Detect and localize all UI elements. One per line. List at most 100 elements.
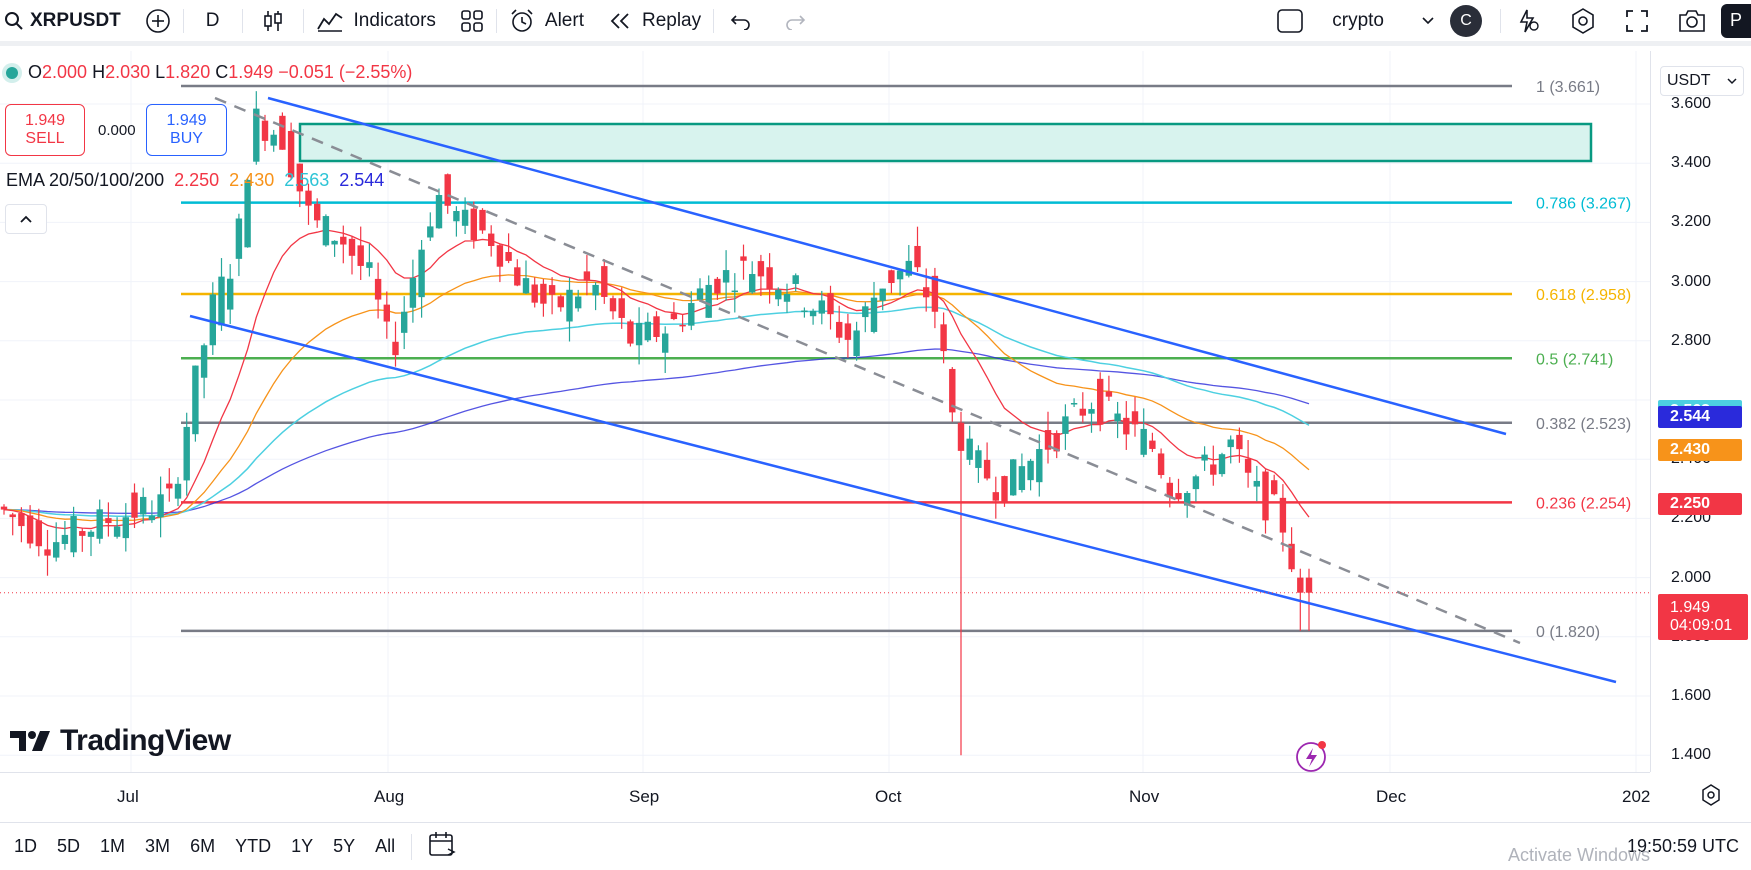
- tradingview-logo[interactable]: TradingView: [10, 724, 231, 758]
- candle-body: [1123, 417, 1130, 435]
- candle-body: [174, 483, 182, 499]
- redo-button[interactable]: [768, 0, 822, 41]
- alert-button[interactable]: Alert: [497, 0, 596, 41]
- price-tick-label: 3.200: [1671, 213, 1712, 231]
- range-button-1d[interactable]: 1D: [4, 836, 47, 857]
- channel-lower-line: [189, 314, 1617, 684]
- price-tag: 2.544: [1658, 405, 1742, 428]
- current-price: 1.949: [1670, 599, 1711, 616]
- candle-body: [479, 209, 486, 231]
- layout-name: crypto: [1332, 9, 1384, 31]
- candle-body: [1305, 577, 1313, 593]
- low-key: L: [155, 62, 166, 82]
- ema-legend[interactable]: EMA 20/50/100/200 2.250 2.430 2.563 2.54…: [6, 170, 384, 191]
- time-axis-label: Nov: [1129, 787, 1160, 806]
- fib-level-label: 0.5 (2.741): [1536, 351, 1613, 368]
- price-tick-label: 2.800: [1671, 331, 1712, 349]
- chevron-down-icon: [1727, 77, 1737, 84]
- currency-selector[interactable]: USDT: [1660, 66, 1744, 96]
- candle-body: [122, 517, 129, 539]
- candle-body: [792, 275, 799, 284]
- range-button-1m[interactable]: 1M: [90, 836, 135, 857]
- range-button-3m[interactable]: 3M: [135, 836, 180, 857]
- currency-label: USDT: [1667, 72, 1711, 89]
- undo-button[interactable]: [714, 0, 768, 41]
- candle-body: [1131, 411, 1139, 425]
- tv-logo-icon: [10, 731, 50, 751]
- quick-search-button[interactable]: [1501, 0, 1555, 41]
- candle-body: [940, 324, 947, 352]
- compare-symbol-button[interactable]: [133, 0, 183, 41]
- fullscreen-button[interactable]: [1611, 0, 1663, 41]
- buy-label: BUY: [170, 130, 203, 147]
- price-tick-label: 3.600: [1671, 95, 1712, 112]
- market-status-dot[interactable]: [6, 66, 18, 79]
- candle-body: [592, 284, 599, 296]
- range-button-1y[interactable]: 1Y: [281, 836, 323, 857]
- add-circle-icon: [145, 8, 170, 33]
- templates-button[interactable]: [448, 0, 496, 41]
- candle-body: [749, 274, 756, 293]
- candle-body: [1149, 440, 1156, 449]
- candle-body: [1297, 577, 1304, 593]
- candle-body: [435, 195, 443, 229]
- ema-20-value: 2.250: [174, 170, 220, 190]
- candle-body: [983, 459, 991, 479]
- symbol-search[interactable]: XRPUSDT: [0, 0, 133, 41]
- range-button-6m[interactable]: 6M: [180, 836, 225, 857]
- candle-body: [975, 450, 982, 468]
- candle-body: [714, 278, 721, 294]
- range-button-all[interactable]: All: [365, 836, 405, 857]
- candle-body: [514, 267, 521, 286]
- time-axis[interactable]: Jul Aug Sep Oct Nov Dec 202: [0, 772, 1650, 823]
- user-avatar-button[interactable]: C: [1446, 0, 1500, 41]
- candle-body: [827, 293, 834, 315]
- interval-button[interactable]: D: [184, 0, 242, 41]
- candle-body: [531, 284, 538, 303]
- range-button-ytd[interactable]: YTD: [225, 836, 281, 857]
- candle-body: [557, 296, 564, 308]
- price-chart[interactable]: 1 (3.661) 0.786 (3.267) 0.618 (2.958) 0.5 (…: [0, 51, 1650, 772]
- ema-50-value: 2.430: [229, 170, 275, 190]
- candle-body: [1157, 453, 1165, 476]
- candle-body: [696, 288, 704, 300]
- indicators-icon: [316, 12, 343, 32]
- candle-body: [18, 513, 25, 527]
- candle-body: [853, 330, 860, 357]
- candle-body: [131, 492, 138, 518]
- candle-body: [1210, 464, 1217, 475]
- chart-type-button[interactable]: [243, 0, 303, 41]
- candle-body: [1140, 428, 1147, 455]
- candle-body: [279, 115, 286, 150]
- candle-body: [618, 298, 625, 318]
- time-axis-label: Sep: [629, 787, 660, 806]
- publish-button[interactable]: P: [1721, 3, 1751, 38]
- layout-name-dropdown[interactable]: crypto: [1320, 0, 1446, 41]
- candle-body: [209, 294, 216, 346]
- candle-body: [540, 283, 547, 304]
- settings-button[interactable]: [1555, 0, 1611, 41]
- go-to-date-button[interactable]: [418, 831, 466, 862]
- snapshot-button[interactable]: [1663, 0, 1721, 41]
- ohlc-values: O2.000 H2.030 L1.820 C1.949 −0.051 (−2.5…: [28, 62, 412, 83]
- candle-body: [583, 271, 591, 281]
- fib-level-label: 0.382 (2.523): [1536, 416, 1631, 433]
- indicators-button[interactable]: Indicators: [304, 0, 448, 41]
- candle-body: [1236, 434, 1243, 450]
- layout-button[interactable]: [1260, 0, 1320, 41]
- range-button-5y[interactable]: 5Y: [323, 836, 365, 857]
- buy-button[interactable]: 1.949 BUY: [146, 104, 227, 156]
- sell-button[interactable]: 1.949 SELL: [5, 104, 85, 156]
- range-button-5d[interactable]: 5D: [47, 836, 90, 857]
- candle-body: [96, 509, 103, 539]
- replay-button[interactable]: Replay: [596, 0, 713, 41]
- undo-icon: [731, 14, 750, 30]
- candle-body: [992, 492, 999, 501]
- close-key: C: [215, 62, 229, 82]
- divider: [411, 833, 413, 860]
- close-value: 1.949: [228, 62, 274, 82]
- collapse-legend-button[interactable]: [5, 204, 47, 234]
- axis-settings-button[interactable]: [1700, 784, 1722, 811]
- candle-body: [348, 238, 356, 256]
- candle-body: [44, 549, 51, 556]
